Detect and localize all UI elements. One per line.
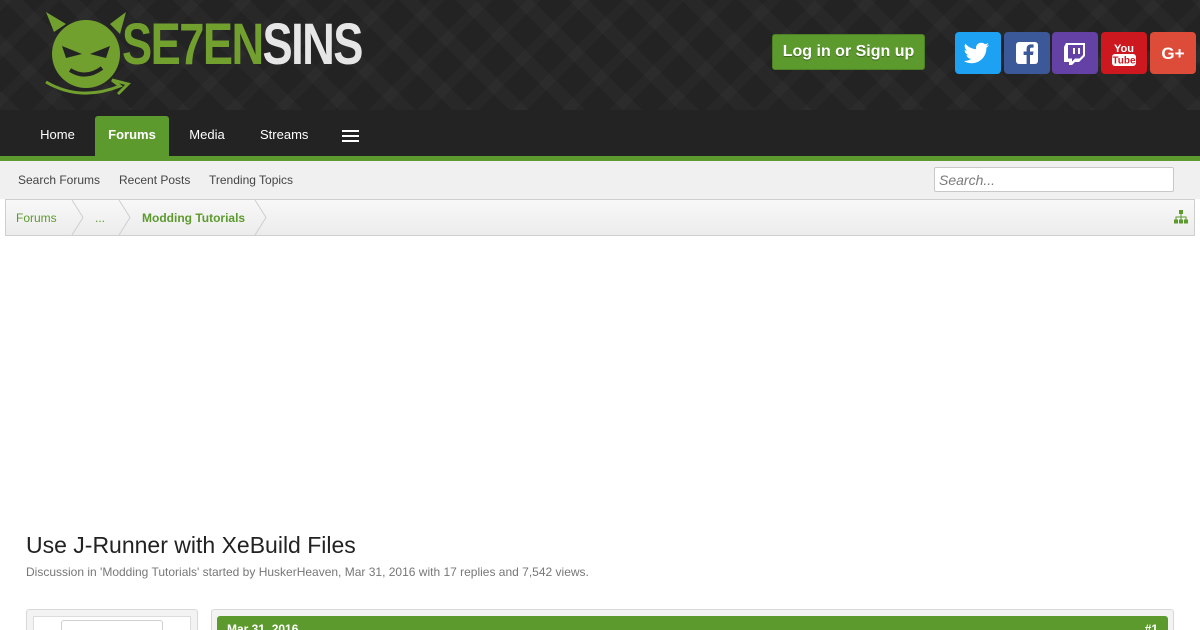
google-plus-button[interactable]: G+ [1150,32,1196,74]
google-plus-icon: G+ [1161,44,1184,63]
recent-posts-link[interactable]: Recent Posts [119,161,190,199]
google-plus-text: G+ [1161,44,1184,63]
site-logo[interactable]: SE7ENSINS [40,10,363,96]
facebook-button[interactable] [1004,32,1050,74]
twitter-button[interactable] [955,32,1001,74]
youtube-icon: You Tube [1112,43,1136,67]
search-forums-link[interactable]: Search Forums [18,161,100,199]
logo-wordmark: SE7ENSINS [122,12,364,78]
avatar[interactable] [61,620,163,630]
nav-item-forums[interactable]: Forums [95,116,169,156]
post-user-info [26,609,198,630]
twitch-icon [1064,43,1085,65]
logo-text-white: SINS [262,12,364,77]
youtube-tube-text: Tube [1112,56,1136,67]
trending-topics-link[interactable]: Trending Topics [209,161,293,199]
hamburger-menu-icon[interactable] [342,130,359,142]
search-input[interactable] [934,167,1174,192]
breadcrumb-forums[interactable]: Forums [16,200,57,235]
thread-title: Use J-Runner with XeBuild Files [26,532,356,558]
post-date[interactable]: Mar 31, 2016 [227,622,298,630]
sitemap-icon[interactable] [1174,210,1188,224]
nav-item-media[interactable]: Media [189,110,225,156]
youtube-you-text: You [1114,43,1134,55]
post-number[interactable]: #1 [1145,622,1158,630]
login-signup-button[interactable]: Log in or Sign up [772,34,925,70]
nav-item-streams[interactable]: Streams [260,110,308,156]
logo-text-green: SE7EN [122,12,264,77]
breadcrumb-ellipsis[interactable]: ... [95,200,105,235]
main-navigation: Home Forums Media Streams [0,110,1200,156]
twitter-icon [963,42,989,64]
devil-mascot-icon [45,12,131,96]
site-header: SE7ENSINS Log in or Sign up You Tube G+ [0,0,1200,110]
nav-item-home[interactable]: Home [40,110,75,156]
breadcrumb: Forums ... Modding Tutorials [5,199,1195,236]
twitch-button[interactable] [1052,32,1098,74]
post-header: Mar 31, 2016 #1 [217,616,1168,630]
facebook-icon [1016,42,1038,64]
breadcrumb-modding-tutorials[interactable]: Modding Tutorials [142,200,245,235]
youtube-button[interactable]: You Tube [1101,32,1147,74]
thread-description: Discussion in 'Modding Tutorials' starte… [26,565,589,579]
